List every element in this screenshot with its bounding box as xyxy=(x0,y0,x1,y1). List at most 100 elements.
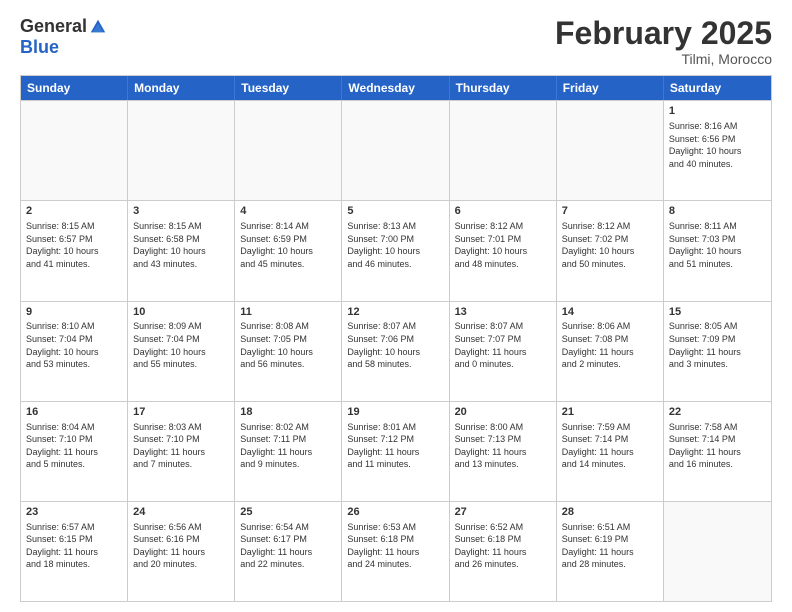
calendar-cell: 25Sunrise: 6:54 AM Sunset: 6:17 PM Dayli… xyxy=(235,502,342,601)
day-number: 10 xyxy=(133,305,229,320)
calendar-cell xyxy=(128,101,235,200)
day-number: 13 xyxy=(455,305,551,320)
cell-info: Sunrise: 6:57 AM Sunset: 6:15 PM Dayligh… xyxy=(26,521,122,571)
weekday-header: Wednesday xyxy=(342,76,449,100)
cell-info: Sunrise: 8:16 AM Sunset: 6:56 PM Dayligh… xyxy=(669,120,766,170)
calendar-row: 16Sunrise: 8:04 AM Sunset: 7:10 PM Dayli… xyxy=(21,401,771,501)
calendar-cell: 13Sunrise: 8:07 AM Sunset: 7:07 PM Dayli… xyxy=(450,302,557,401)
cell-info: Sunrise: 8:15 AM Sunset: 6:57 PM Dayligh… xyxy=(26,220,122,270)
location: Tilmi, Morocco xyxy=(555,51,772,67)
calendar-header: SundayMondayTuesdayWednesdayThursdayFrid… xyxy=(21,76,771,100)
cell-info: Sunrise: 7:59 AM Sunset: 7:14 PM Dayligh… xyxy=(562,421,658,471)
day-number: 4 xyxy=(240,204,336,219)
day-number: 15 xyxy=(669,305,766,320)
calendar-cell: 5Sunrise: 8:13 AM Sunset: 7:00 PM Daylig… xyxy=(342,201,449,300)
day-number: 23 xyxy=(26,505,122,520)
weekday-header: Friday xyxy=(557,76,664,100)
calendar-cell: 28Sunrise: 6:51 AM Sunset: 6:19 PM Dayli… xyxy=(557,502,664,601)
calendar-cell: 1Sunrise: 8:16 AM Sunset: 6:56 PM Daylig… xyxy=(664,101,771,200)
calendar-cell: 22Sunrise: 7:58 AM Sunset: 7:14 PM Dayli… xyxy=(664,402,771,501)
cell-info: Sunrise: 8:04 AM Sunset: 7:10 PM Dayligh… xyxy=(26,421,122,471)
calendar-cell: 12Sunrise: 8:07 AM Sunset: 7:06 PM Dayli… xyxy=(342,302,449,401)
day-number: 24 xyxy=(133,505,229,520)
cell-info: Sunrise: 8:07 AM Sunset: 7:06 PM Dayligh… xyxy=(347,320,443,370)
calendar-cell: 10Sunrise: 8:09 AM Sunset: 7:04 PM Dayli… xyxy=(128,302,235,401)
calendar-cell xyxy=(342,101,449,200)
day-number: 20 xyxy=(455,405,551,420)
calendar-cell: 23Sunrise: 6:57 AM Sunset: 6:15 PM Dayli… xyxy=(21,502,128,601)
calendar-cell xyxy=(664,502,771,601)
calendar-cell: 14Sunrise: 8:06 AM Sunset: 7:08 PM Dayli… xyxy=(557,302,664,401)
logo: General Blue xyxy=(20,16,107,58)
calendar-cell: 9Sunrise: 8:10 AM Sunset: 7:04 PM Daylig… xyxy=(21,302,128,401)
calendar-cell xyxy=(450,101,557,200)
day-number: 26 xyxy=(347,505,443,520)
cell-info: Sunrise: 6:53 AM Sunset: 6:18 PM Dayligh… xyxy=(347,521,443,571)
calendar-cell: 20Sunrise: 8:00 AM Sunset: 7:13 PM Dayli… xyxy=(450,402,557,501)
cell-info: Sunrise: 6:56 AM Sunset: 6:16 PM Dayligh… xyxy=(133,521,229,571)
cell-info: Sunrise: 8:15 AM Sunset: 6:58 PM Dayligh… xyxy=(133,220,229,270)
day-number: 1 xyxy=(669,104,766,119)
cell-info: Sunrise: 8:11 AM Sunset: 7:03 PM Dayligh… xyxy=(669,220,766,270)
calendar-cell: 2Sunrise: 8:15 AM Sunset: 6:57 PM Daylig… xyxy=(21,201,128,300)
cell-info: Sunrise: 8:00 AM Sunset: 7:13 PM Dayligh… xyxy=(455,421,551,471)
cell-info: Sunrise: 8:09 AM Sunset: 7:04 PM Dayligh… xyxy=(133,320,229,370)
calendar-cell xyxy=(235,101,342,200)
cell-info: Sunrise: 8:06 AM Sunset: 7:08 PM Dayligh… xyxy=(562,320,658,370)
day-number: 25 xyxy=(240,505,336,520)
cell-info: Sunrise: 8:03 AM Sunset: 7:10 PM Dayligh… xyxy=(133,421,229,471)
day-number: 9 xyxy=(26,305,122,320)
logo-icon xyxy=(89,18,107,36)
calendar-cell: 19Sunrise: 8:01 AM Sunset: 7:12 PM Dayli… xyxy=(342,402,449,501)
day-number: 28 xyxy=(562,505,658,520)
calendar-cell xyxy=(21,101,128,200)
cell-info: Sunrise: 8:12 AM Sunset: 7:02 PM Dayligh… xyxy=(562,220,658,270)
calendar-cell: 17Sunrise: 8:03 AM Sunset: 7:10 PM Dayli… xyxy=(128,402,235,501)
calendar-cell: 16Sunrise: 8:04 AM Sunset: 7:10 PM Dayli… xyxy=(21,402,128,501)
title-block: February 2025 Tilmi, Morocco xyxy=(555,16,772,67)
cell-info: Sunrise: 8:12 AM Sunset: 7:01 PM Dayligh… xyxy=(455,220,551,270)
day-number: 8 xyxy=(669,204,766,219)
cell-info: Sunrise: 6:54 AM Sunset: 6:17 PM Dayligh… xyxy=(240,521,336,571)
calendar-row: 2Sunrise: 8:15 AM Sunset: 6:57 PM Daylig… xyxy=(21,200,771,300)
cell-info: Sunrise: 8:08 AM Sunset: 7:05 PM Dayligh… xyxy=(240,320,336,370)
calendar: SundayMondayTuesdayWednesdayThursdayFrid… xyxy=(20,75,772,602)
logo-general: General xyxy=(20,16,87,37)
day-number: 14 xyxy=(562,305,658,320)
cell-info: Sunrise: 8:14 AM Sunset: 6:59 PM Dayligh… xyxy=(240,220,336,270)
calendar-cell: 15Sunrise: 8:05 AM Sunset: 7:09 PM Dayli… xyxy=(664,302,771,401)
header: General Blue February 2025 Tilmi, Morocc… xyxy=(20,16,772,67)
cell-info: Sunrise: 7:58 AM Sunset: 7:14 PM Dayligh… xyxy=(669,421,766,471)
calendar-cell: 7Sunrise: 8:12 AM Sunset: 7:02 PM Daylig… xyxy=(557,201,664,300)
cell-info: Sunrise: 6:51 AM Sunset: 6:19 PM Dayligh… xyxy=(562,521,658,571)
calendar-cell: 27Sunrise: 6:52 AM Sunset: 6:18 PM Dayli… xyxy=(450,502,557,601)
calendar-cell: 8Sunrise: 8:11 AM Sunset: 7:03 PM Daylig… xyxy=(664,201,771,300)
cell-info: Sunrise: 8:02 AM Sunset: 7:11 PM Dayligh… xyxy=(240,421,336,471)
calendar-row: 23Sunrise: 6:57 AM Sunset: 6:15 PM Dayli… xyxy=(21,501,771,601)
calendar-cell: 26Sunrise: 6:53 AM Sunset: 6:18 PM Dayli… xyxy=(342,502,449,601)
day-number: 27 xyxy=(455,505,551,520)
cell-info: Sunrise: 8:07 AM Sunset: 7:07 PM Dayligh… xyxy=(455,320,551,370)
day-number: 12 xyxy=(347,305,443,320)
day-number: 21 xyxy=(562,405,658,420)
day-number: 19 xyxy=(347,405,443,420)
cell-info: Sunrise: 8:10 AM Sunset: 7:04 PM Dayligh… xyxy=(26,320,122,370)
cell-info: Sunrise: 6:52 AM Sunset: 6:18 PM Dayligh… xyxy=(455,521,551,571)
calendar-cell xyxy=(557,101,664,200)
logo-blue: Blue xyxy=(20,37,59,58)
day-number: 2 xyxy=(26,204,122,219)
calendar-row: 1Sunrise: 8:16 AM Sunset: 6:56 PM Daylig… xyxy=(21,100,771,200)
calendar-cell: 21Sunrise: 7:59 AM Sunset: 7:14 PM Dayli… xyxy=(557,402,664,501)
page: General Blue February 2025 Tilmi, Morocc… xyxy=(0,0,792,612)
weekday-header: Thursday xyxy=(450,76,557,100)
month-title: February 2025 xyxy=(555,16,772,51)
calendar-cell: 6Sunrise: 8:12 AM Sunset: 7:01 PM Daylig… xyxy=(450,201,557,300)
weekday-header: Sunday xyxy=(21,76,128,100)
day-number: 16 xyxy=(26,405,122,420)
calendar-cell: 24Sunrise: 6:56 AM Sunset: 6:16 PM Dayli… xyxy=(128,502,235,601)
day-number: 17 xyxy=(133,405,229,420)
cell-info: Sunrise: 8:01 AM Sunset: 7:12 PM Dayligh… xyxy=(347,421,443,471)
day-number: 6 xyxy=(455,204,551,219)
weekday-header: Monday xyxy=(128,76,235,100)
cell-info: Sunrise: 8:05 AM Sunset: 7:09 PM Dayligh… xyxy=(669,320,766,370)
